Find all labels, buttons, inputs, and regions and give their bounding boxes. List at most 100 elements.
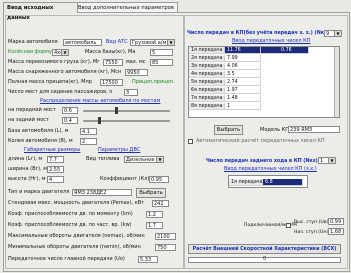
gear-value-cell[interactable]: 1.97 xyxy=(225,87,261,94)
ats-type-select[interactable]: Грузовой а/м ▼ xyxy=(130,39,175,46)
kp-model-label: Модель КП xyxy=(260,127,289,133)
engine-model-label: Тип и марка двигателя xyxy=(8,189,70,195)
gear-name-cell: 1я передача xyxy=(189,47,225,54)
adapt-torque-input[interactable]: 1.2 xyxy=(146,211,163,218)
rear-axle-slider-thumb[interactable] xyxy=(98,117,101,124)
gear-value-cell[interactable]: 7.99 xyxy=(225,55,261,62)
fuel-type-select[interactable]: Дизельное ▼ xyxy=(124,156,164,163)
gear-value-cell[interactable]: 4.06 xyxy=(225,63,261,70)
gear-value-cell[interactable]: 1 xyxy=(225,103,261,110)
kp-count-label: Число передач в КП(без учёта передач з. … xyxy=(187,31,327,36)
rear-axle-slider-track[interactable] xyxy=(83,120,170,122)
front-axle-slider-thumb[interactable] xyxy=(115,107,118,114)
main-gear-input[interactable]: 5.33 xyxy=(138,256,158,263)
kp-ratios-link[interactable]: Ввод передаточных чисел КП xyxy=(232,38,310,45)
height-input[interactable]: 4 xyxy=(47,176,64,183)
height-label: высота (Нг), м xyxy=(8,176,46,182)
cargo-mass-input[interactable]: 7550 xyxy=(103,59,123,66)
auto-calc-checkbox[interactable] xyxy=(188,139,193,144)
length-label: длина (Lг), м xyxy=(8,156,43,162)
dimensions-link[interactable]: Габаритные размеры xyxy=(24,147,80,154)
fuel-type-label: Вид топлива xyxy=(86,156,120,162)
seats-input[interactable]: 3 xyxy=(124,89,138,96)
max-input[interactable]: 85 xyxy=(150,59,173,66)
low-stage-input[interactable]: 1.68 xyxy=(328,228,344,235)
seats-label: Число мест для сидения пассажиров, n xyxy=(8,89,113,95)
track-label: Колея автомобиля (B), м xyxy=(8,138,73,144)
calc-vsh-button[interactable]: Расчёт Внешней Скоростной Характеристики… xyxy=(188,244,341,254)
min-rpm-label: Минимальные обороты двигателя (nemin), о… xyxy=(8,244,141,250)
max-label: мах. мс xyxy=(126,59,146,65)
chevron-down-icon[interactable]: ▼ xyxy=(167,40,174,45)
wheel-formula-select[interactable]: 4x4 ▼ xyxy=(52,49,69,56)
chevron-down-icon[interactable]: ▼ xyxy=(328,158,335,163)
kp-model-input[interactable]: 239 ЯМЗ xyxy=(288,126,340,133)
gear-sel-cell xyxy=(261,47,279,54)
cargo-mass-label: Масса перевозимого груза (кг), Мг xyxy=(8,59,100,65)
tab-input-data[interactable]: Ввод исходных данных xyxy=(3,2,78,21)
coef-label: Коэффициент (Кл) xyxy=(100,176,150,182)
adapt-speed-input[interactable]: 1.7 xyxy=(146,222,163,229)
car-make-label: Марка автомобиля xyxy=(8,39,58,45)
high-stage-input[interactable]: 0.99 xyxy=(328,218,344,225)
track-input[interactable]: 2 xyxy=(80,138,97,145)
gear-name-cell: 3я передача xyxy=(189,63,225,70)
rear-gears-label: Число передач заднего хода в КП (Nкз) xyxy=(206,159,318,164)
gear-name-cell: 8я передача xyxy=(189,103,225,110)
rear-axle-label: на задний мост xyxy=(8,117,49,123)
engine-params-link[interactable]: Параметры ДВС xyxy=(98,147,140,154)
chevron-down-icon[interactable]: ▼ xyxy=(61,50,68,55)
power-label: Стендовая макс. мощность двигателя (Pema… xyxy=(8,200,145,206)
gear-name-cell: 7я передача xyxy=(189,95,225,102)
gear-value-cell[interactable]: 2.74 xyxy=(225,79,261,86)
trailer-label: Прицеп.прицеп. xyxy=(132,79,175,85)
gear-name-cell: 2я передача xyxy=(189,55,225,62)
base-mass-label: Масса базы(кг), Ма xyxy=(85,49,136,55)
gear-value-cell[interactable]: 3.5 xyxy=(225,71,261,78)
min-rpm-input[interactable]: 750 xyxy=(155,244,176,251)
base-mass-input[interactable]: 5 xyxy=(150,49,173,56)
gear-value-cell[interactable]: 11.76 xyxy=(225,47,261,54)
full-mass-input[interactable]: 17500 xyxy=(100,79,123,86)
rear-gear-value-cell[interactable]: 6.8 xyxy=(263,179,303,186)
choose-kp-button[interactable]: Выбрать xyxy=(214,125,243,135)
ats-type-label: Вид АТС xyxy=(106,39,128,45)
rear-ratios-link[interactable]: Ввод передаточных чисел КП (з.х.) xyxy=(224,166,317,173)
main-gear-label: Передаточное число главной передачи (Uo) xyxy=(8,256,125,262)
gear-value-cell[interactable]: 1.48 xyxy=(225,95,261,102)
kp-grid-scrollbar[interactable] xyxy=(334,47,339,117)
full-mass-label: Полная масса прицепа(кг), Мпр xyxy=(8,79,92,85)
axle-distribution-link[interactable]: Распределение массы автомобиля по мостам xyxy=(40,98,160,105)
max-rpm-input[interactable]: 2100 xyxy=(155,233,176,240)
front-axle-input[interactable]: 0.6 xyxy=(62,107,78,114)
length-input[interactable]: 7.7 xyxy=(47,156,64,163)
gear-name-cell: 6я передача xyxy=(189,87,225,94)
chevron-down-icon[interactable]: ▼ xyxy=(156,157,163,162)
equipped-mass-input[interactable]: 9950 xyxy=(125,69,148,76)
front-axle-slider-track[interactable] xyxy=(83,110,170,112)
car-make-input[interactable]: автомобиль xyxy=(63,39,102,46)
gear-name-cell: 4я передача xyxy=(189,71,225,78)
kp-count-select[interactable]: 9 ▼ xyxy=(324,30,342,37)
rear-gears-grid[interactable]: 1я передача 6.8 xyxy=(228,175,308,188)
rear-gears-select[interactable]: 1 ▼ xyxy=(318,157,336,164)
wheel-formula-label: Колёсная формула xyxy=(8,49,59,55)
max-rpm-label: Максимальные обороты двигателя (nemax), … xyxy=(8,233,145,239)
engine-model-input[interactable]: ЯМЗ 238ДЕ2 xyxy=(72,189,132,196)
rear-axle-input[interactable]: 0.4 xyxy=(62,117,78,124)
width-label: ширина (Вг), м xyxy=(8,166,48,172)
chevron-down-icon[interactable]: ▼ xyxy=(334,31,341,36)
width-input[interactable]: 2.55 xyxy=(47,166,64,173)
adapt-speed-label: Коэф. приспособляемости дв. по част. вр.… xyxy=(8,222,132,228)
kp-gears-grid[interactable]: 1я передача 11.76 0.76 2я передача 7.99 … xyxy=(188,46,340,118)
choose-engine-button[interactable]: Выбрать xyxy=(136,188,166,198)
rear-gear-name-cell: 1я передача xyxy=(229,179,263,186)
gear-extra-cell[interactable]: 0.76 xyxy=(279,47,309,54)
gear-name-cell: 5я передача xyxy=(189,79,225,86)
adapt-torque-label: Коэф. приспособляемости дв. по моменту (… xyxy=(8,211,133,217)
wheelbase-input[interactable]: 4.1 xyxy=(80,128,97,135)
calc-progress-bar: 0 xyxy=(188,257,341,263)
coef-input[interactable]: 0.95 xyxy=(149,176,169,183)
power-input[interactable]: 242 xyxy=(152,200,169,207)
rk-checkbox[interactable] xyxy=(286,223,291,228)
